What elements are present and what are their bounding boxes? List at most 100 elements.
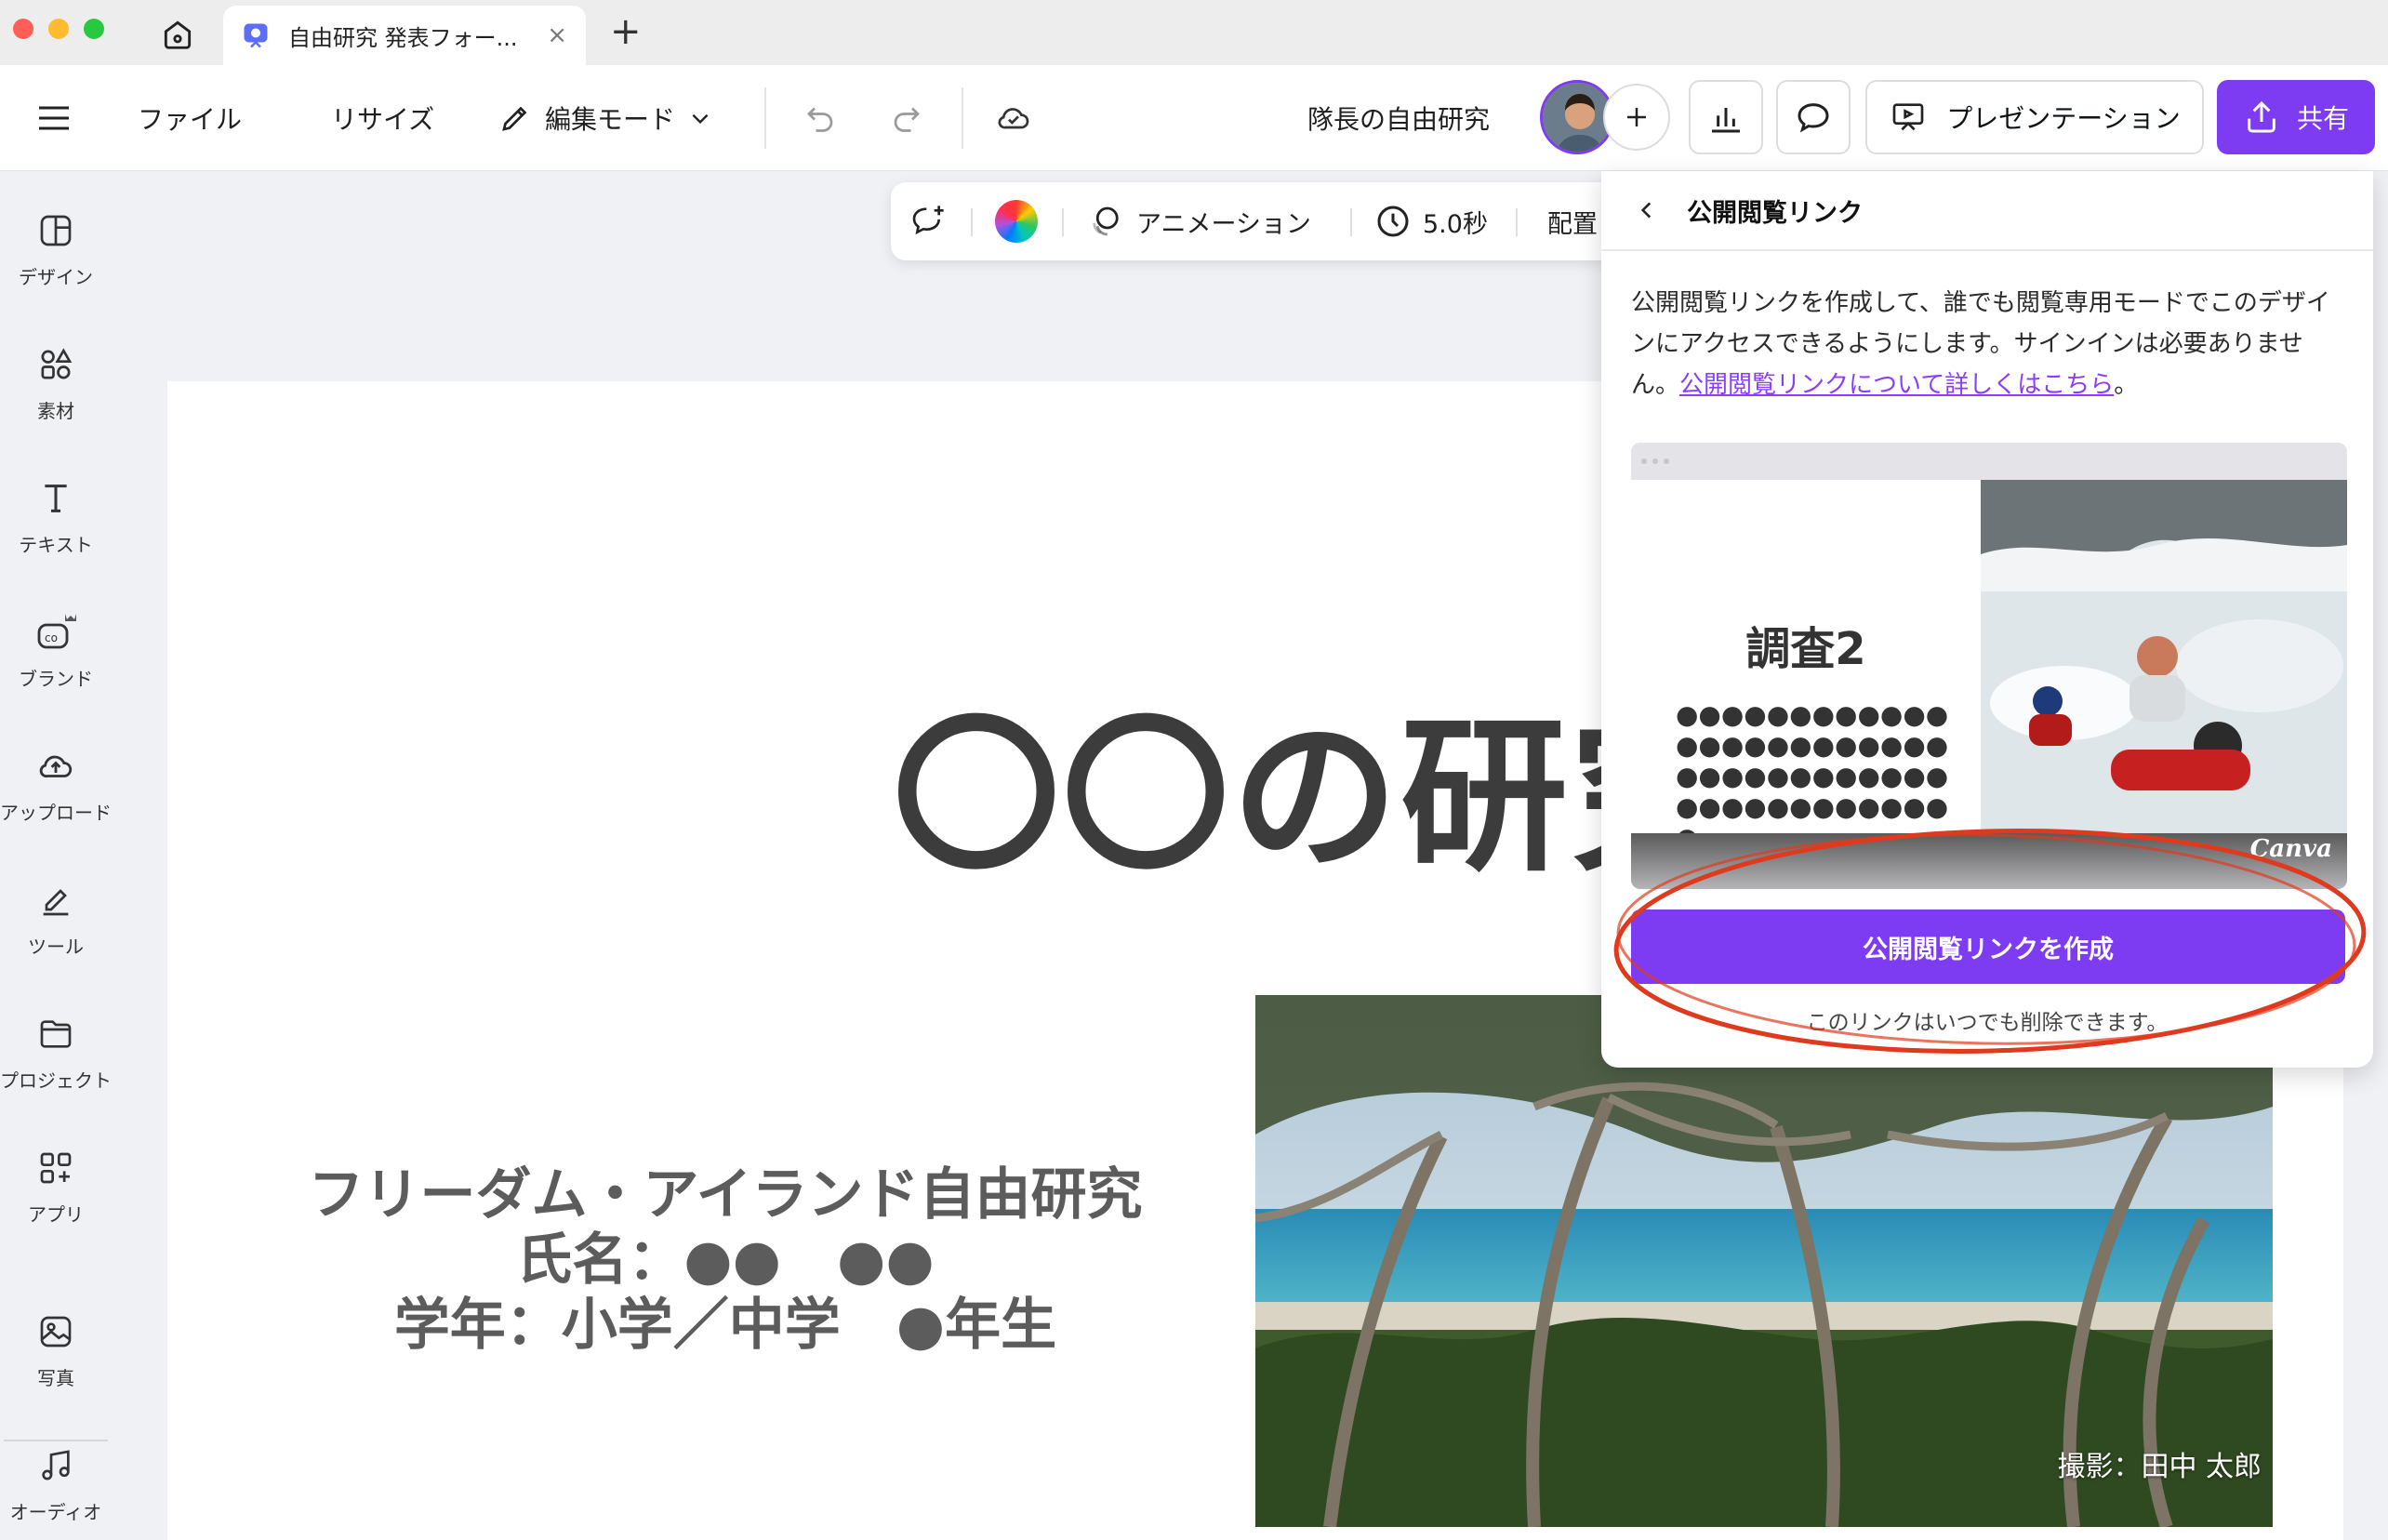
subtitle-line: 氏名：●● ●● bbox=[516, 1228, 935, 1293]
ctx-divider bbox=[1516, 208, 1518, 236]
pencil-icon bbox=[502, 106, 527, 131]
undo-icon bbox=[807, 107, 833, 132]
share-label: 共有 bbox=[2296, 103, 2349, 134]
preview-title: 調査2 bbox=[1745, 623, 1866, 675]
sidebar-item-design[interactable]: デザイン bbox=[0, 184, 112, 296]
comment-add-icon bbox=[912, 206, 944, 235]
minimize-window-button[interactable] bbox=[48, 19, 69, 39]
ctx-divider bbox=[1062, 208, 1064, 236]
resize-menu[interactable]: リサイズ bbox=[331, 65, 434, 171]
audio-icon bbox=[33, 1443, 78, 1488]
panel-description: 公開閲覧リンクを作成して、誰でも閲覧専用モードでこのデザインにアクセスできるよう… bbox=[1631, 283, 2347, 405]
insights-button[interactable] bbox=[1689, 80, 1763, 154]
preview-photo bbox=[1981, 480, 2347, 833]
sidebar-item-brand[interactable]: co ブランド bbox=[0, 586, 112, 697]
redo-button[interactable] bbox=[888, 65, 925, 171]
photo-credit: 撮影：田中 太郎 bbox=[2057, 1451, 2262, 1483]
ctx-divider bbox=[971, 208, 973, 236]
chevron-down-icon bbox=[692, 113, 709, 125]
sidebar-item-upload[interactable]: アップロード bbox=[0, 720, 112, 831]
editor-toolbar: ファイル リサイズ 編集モード 隊長の自由研究 プレゼンテーション 共有 bbox=[0, 65, 2388, 171]
cloud-check-icon bbox=[998, 108, 1029, 129]
new-tab-button[interactable]: + bbox=[610, 11, 642, 52]
animation-icon bbox=[1093, 206, 1119, 236]
red-highlight-annotation bbox=[1613, 829, 2367, 1054]
home-button[interactable] bbox=[156, 13, 199, 56]
save-status-button[interactable] bbox=[993, 65, 1034, 171]
zoom-window-button[interactable] bbox=[84, 19, 104, 39]
share-button[interactable]: 共有 bbox=[2217, 80, 2375, 154]
present-label: プレゼンテーション bbox=[1946, 103, 2181, 134]
share-upload-icon bbox=[2248, 100, 2275, 133]
preview-text-area: 調査2 ●●●●●●●●●●●●●●●●●●●●●●●●●●●●●●●●●●●●… bbox=[1631, 480, 1981, 853]
duration-label: 5.0秒 bbox=[1423, 209, 1488, 239]
design-icon bbox=[33, 208, 78, 253]
present-button[interactable]: プレゼンテーション bbox=[1865, 80, 2204, 154]
close-window-button[interactable] bbox=[13, 19, 33, 39]
file-menu[interactable]: ファイル bbox=[138, 65, 242, 171]
element-context-toolbar: アニメーション 5.0秒 配置 bbox=[891, 182, 1616, 260]
animation-button[interactable]: アニメーション bbox=[1086, 182, 1311, 260]
undo-button[interactable] bbox=[802, 65, 839, 171]
duration-button[interactable]: 5.0秒 bbox=[1374, 182, 1488, 260]
elements-icon bbox=[33, 342, 78, 387]
toolbar-divider bbox=[962, 87, 963, 149]
slide-subtitle[interactable]: フリーダム・アイランド自由研究 氏名：●● ●● 学年：小学／中学 ●年生 bbox=[307, 1162, 1144, 1358]
add-collaborator-button[interactable] bbox=[1603, 84, 1670, 151]
document-tab[interactable]: 自由研究 発表フォー... × bbox=[223, 6, 586, 65]
comments-button[interactable] bbox=[1776, 80, 1851, 154]
tab-title: 自由研究 発表フォー... bbox=[288, 24, 518, 51]
sidebar-item-label: 素材 bbox=[37, 400, 74, 422]
menu-button[interactable] bbox=[37, 65, 71, 171]
presentation-screen-icon bbox=[1892, 103, 1924, 131]
tools-icon bbox=[33, 878, 78, 923]
ctx-divider bbox=[1350, 208, 1352, 236]
sidebar-item-tools[interactable]: ツール bbox=[0, 854, 112, 965]
sidebar-item-photos[interactable]: 写真 bbox=[0, 1285, 112, 1397]
sidebar-item-text[interactable]: テキスト bbox=[0, 452, 112, 564]
browser-tab-bar: 自由研究 発表フォー... × + bbox=[0, 0, 2388, 65]
clock-icon bbox=[1377, 206, 1409, 237]
sidebar-item-label: デザイン bbox=[19, 266, 93, 288]
sidebar-item-audio[interactable]: オーディオ bbox=[0, 1419, 112, 1531]
text-icon bbox=[33, 476, 78, 521]
design-title[interactable]: 隊長の自由研究 bbox=[1307, 65, 1490, 171]
toolbar-divider bbox=[764, 87, 766, 149]
sidebar-item-apps[interactable]: アプリ bbox=[0, 1122, 112, 1233]
left-sidebar: デザイン 素材 テキスト co ブランド アップロード ツール プロジェクト ア… bbox=[0, 171, 112, 1540]
close-tab-icon[interactable]: × bbox=[547, 21, 567, 49]
snow-play-image bbox=[1981, 480, 2347, 833]
color-picker-button[interactable] bbox=[995, 182, 1038, 260]
hamburger-icon bbox=[39, 106, 69, 130]
edit-mode-dropdown[interactable]: 編集モード bbox=[498, 65, 712, 171]
learn-more-link[interactable]: 公開閲覧リンクについて詳しくはこちら bbox=[1679, 371, 2114, 399]
photos-icon bbox=[33, 1309, 78, 1354]
add-comment-button[interactable] bbox=[908, 182, 949, 260]
sidebar-item-label: オーディオ bbox=[9, 1501, 102, 1523]
home-icon bbox=[164, 20, 192, 49]
comment-icon bbox=[1798, 103, 1829, 133]
sidebar-item-label: ブランド bbox=[19, 668, 93, 690]
bar-chart-icon bbox=[1712, 108, 1740, 133]
chevron-left-icon bbox=[1640, 202, 1652, 219]
svg-text:co: co bbox=[45, 631, 58, 644]
sidebar-item-projects[interactable]: プロジェクト bbox=[0, 988, 112, 1099]
subtitle-line: フリーダム・アイランド自由研究 bbox=[308, 1162, 1143, 1228]
position-button[interactable]: 配置 bbox=[1547, 182, 1598, 260]
brand-icon: co bbox=[33, 610, 78, 655]
window-dots-icon bbox=[1641, 458, 1669, 464]
sidebar-item-label: テキスト bbox=[19, 534, 93, 556]
sidebar-item-elements[interactable]: 素材 bbox=[0, 318, 112, 430]
projects-icon bbox=[33, 1012, 78, 1056]
subtitle-line: 学年：小学／中学 ●年生 bbox=[393, 1293, 1057, 1358]
panel-header: 公開閲覧リンク bbox=[1601, 171, 2373, 251]
sidebar-item-label: アップロード bbox=[0, 802, 112, 824]
back-button[interactable] bbox=[1635, 198, 1659, 222]
preview-window-bar bbox=[1631, 443, 2347, 480]
sidebar-item-label: プロジェクト bbox=[0, 1069, 112, 1092]
sidebar-item-label: 写真 bbox=[37, 1367, 74, 1389]
panel-title: 公開閲覧リンク bbox=[1687, 198, 1863, 228]
presentation-app-icon bbox=[244, 23, 268, 48]
sidebar-item-label: ツール bbox=[28, 936, 84, 958]
upload-icon bbox=[33, 744, 78, 789]
